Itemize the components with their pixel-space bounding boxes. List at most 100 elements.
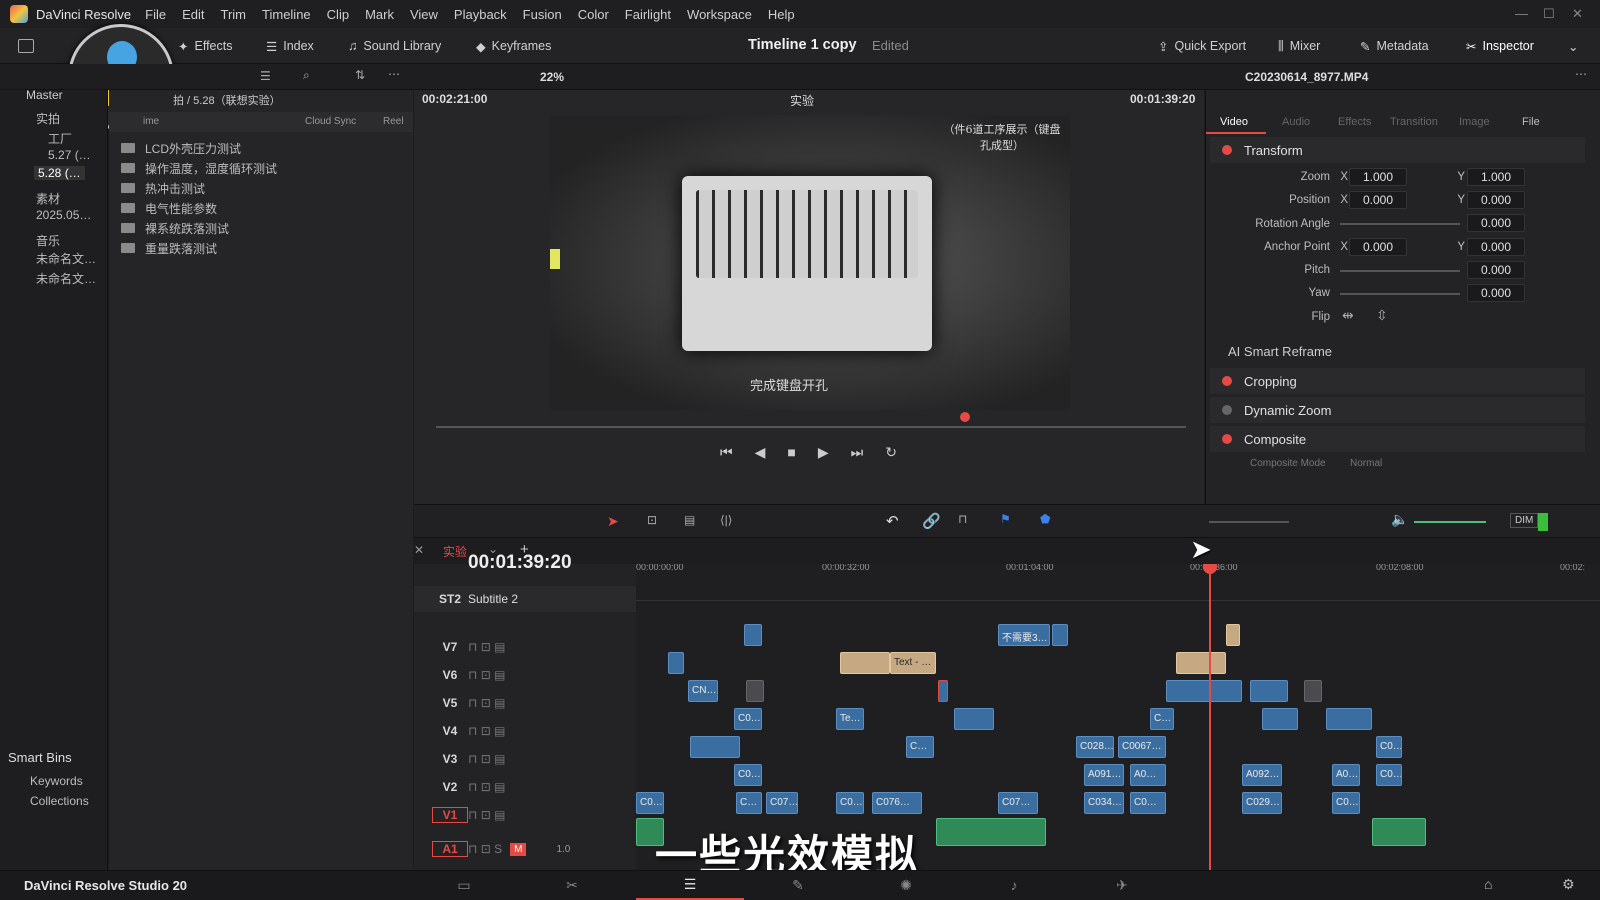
composite-section[interactable]: Composite	[1210, 426, 1585, 452]
menu-fusion[interactable]: Fusion	[515, 7, 570, 22]
tab-file[interactable]: File	[1522, 116, 1540, 128]
timeline-zoom-slider[interactable]	[1209, 521, 1289, 523]
blade-tool-icon[interactable]: ▤	[684, 513, 695, 527]
search-icon[interactable]: ⌕	[303, 68, 310, 83]
timeline-clip[interactable]: C029…	[1242, 792, 1282, 814]
reverse-play-icon[interactable]: ◀	[755, 444, 766, 461]
track-v5[interactable]: V5 ⊓ ⊡ ▤	[414, 690, 636, 716]
timeline-clip[interactable]: C…	[906, 736, 934, 758]
timeline-clip-selected[interactable]	[938, 680, 948, 702]
timeline-clip[interactable]: C076…	[872, 792, 922, 814]
home-icon[interactable]: ⌂	[1484, 876, 1492, 892]
enable-dot-icon[interactable]	[1222, 434, 1232, 444]
menu-trim[interactable]: Trim	[213, 7, 255, 22]
minimize-icon[interactable]: —	[1515, 6, 1528, 21]
col-name[interactable]: ime	[143, 116, 159, 127]
settings-gear-icon[interactable]: ⚙	[1562, 876, 1575, 893]
effects-button[interactable]: ✦ Effects	[178, 28, 232, 64]
menu-clip[interactable]: Clip	[319, 7, 357, 22]
timeline-clip[interactable]: C0…	[1376, 736, 1402, 758]
timeline-clip[interactable]: C0…	[734, 708, 762, 730]
edit-page-icon[interactable]: ☰	[636, 870, 744, 900]
play-icon[interactable]: ▶	[818, 444, 829, 461]
tab-audio[interactable]: Audio	[1282, 116, 1310, 128]
pitch-slider[interactable]	[1340, 270, 1460, 272]
mute-button[interactable]: M	[510, 842, 527, 856]
menu-file[interactable]: File	[137, 7, 174, 22]
slip-tool-icon[interactable]: ⟨|⟩	[720, 513, 732, 527]
col-reel[interactable]: Reel	[383, 116, 404, 127]
timeline-clip[interactable]: C0…	[1332, 792, 1360, 814]
rotation-slider[interactable]	[1340, 223, 1460, 225]
timeline-timecode[interactable]: 00:01:39:20	[468, 552, 572, 574]
bin-item[interactable]: 工厂	[48, 130, 72, 147]
inspector-button[interactable]: ✂ Inspector	[1466, 28, 1534, 64]
folder-row[interactable]: 裸系统跌落测试	[121, 218, 229, 238]
track-controls-icon[interactable]: ⊓ ⊡ ▤	[468, 668, 505, 682]
stop-icon[interactable]: ■	[787, 444, 795, 461]
marker-icon[interactable]: ⬟	[1040, 512, 1050, 526]
menu-workspace[interactable]: Workspace	[679, 7, 760, 22]
metadata-button[interactable]: ✎ Metadata	[1360, 28, 1429, 64]
timeline-clip[interactable]: C034…	[1084, 792, 1124, 814]
loop-icon[interactable]: ↻	[885, 444, 897, 461]
enable-dot-icon[interactable]	[1222, 145, 1232, 155]
track-v6[interactable]: V6 ⊓ ⊡ ▤	[414, 662, 636, 688]
pitch-field[interactable]: 0.000	[1467, 261, 1525, 279]
track-controls-icon[interactable]: ⊓ ⊡ ▤	[468, 696, 505, 710]
yaw-field[interactable]: 0.000	[1467, 284, 1525, 302]
folder-row[interactable]: 重量跌落测试	[121, 238, 217, 258]
viewer-bin-select[interactable]: 实验	[790, 92, 814, 109]
anchor-y-field[interactable]: 0.000	[1467, 238, 1525, 256]
yaw-slider[interactable]	[1340, 293, 1460, 295]
snapping-icon[interactable]: ↶	[886, 512, 899, 530]
timeline-clip[interactable]	[954, 708, 994, 730]
tab-effects[interactable]: Effects	[1338, 116, 1371, 128]
menu-color[interactable]: Color	[570, 7, 617, 22]
menu-fairlight[interactable]: Fairlight	[617, 7, 679, 22]
volume-icon[interactable]: 🔈	[1391, 511, 1408, 528]
timeline-clip[interactable]	[1262, 708, 1298, 730]
selection-tool-icon[interactable]: ➤	[607, 513, 619, 530]
tab-video[interactable]: Video	[1220, 116, 1248, 128]
sound-library-button[interactable]: ♫ Sound Library	[348, 28, 441, 64]
timeline-clip[interactable]: C07…	[998, 792, 1038, 814]
col-cloud-sync[interactable]: Cloud Sync	[305, 116, 356, 127]
rotation-field[interactable]: 0.000	[1467, 214, 1525, 232]
timeline-clip[interactable]: A091…	[1084, 764, 1124, 786]
timeline-tab[interactable]: 实验	[443, 543, 467, 560]
audio-clip[interactable]	[936, 818, 1046, 846]
mixer-button[interactable]: ⫼ Mixer	[1278, 28, 1320, 64]
menu-timeline[interactable]: Timeline	[254, 7, 319, 22]
close-icon[interactable]: ✕	[1572, 6, 1583, 22]
viewer-zoom[interactable]: 22%	[540, 70, 564, 84]
timeline-clip[interactable]: C0…	[636, 792, 664, 814]
bin-item[interactable]: 2025.05…	[36, 208, 91, 222]
media-page-icon[interactable]: ▭	[410, 870, 518, 900]
media-pool-toggle-icon[interactable]	[18, 28, 34, 64]
timeline-clip[interactable]	[668, 652, 684, 674]
folder-row[interactable]: LCD外壳压力测试	[121, 138, 241, 158]
deliver-page-icon[interactable]: ✈	[1068, 870, 1176, 900]
track-controls-icon[interactable]: ⊓ ⊡ ▤	[468, 640, 505, 654]
track-controls-icon[interactable]: ⊓ ⊡ ▤	[468, 752, 505, 766]
timeline-playhead[interactable]	[1209, 564, 1211, 870]
position-x-field[interactable]: 0.000	[1349, 191, 1407, 209]
track-controls-icon[interactable]: ⊓ ⊡ ▤	[468, 780, 505, 794]
track-v1[interactable]: V1 ⊓ ⊡ ▤	[414, 802, 636, 828]
track-st2[interactable]: ST2 Subtitle 2	[414, 586, 636, 612]
timeline-clip[interactable]	[690, 736, 740, 758]
track-v4[interactable]: V4 ⊓ ⊡ ▤	[414, 718, 636, 744]
timeline-clip[interactable]: C0…	[836, 792, 864, 814]
more-options-icon[interactable]: ⋯	[388, 67, 400, 81]
volume-slider[interactable]	[1414, 521, 1486, 523]
fusion-page-icon[interactable]: ✎	[744, 870, 852, 900]
sort-icon[interactable]: ⇅	[355, 68, 365, 82]
menu-edit[interactable]: Edit	[174, 7, 212, 22]
bin-item-selected[interactable]: 5.28 (…	[34, 166, 85, 180]
timeline-clip[interactable]: A0…	[1332, 764, 1360, 786]
timeline-clip[interactable]: Text - …	[890, 652, 936, 674]
track-a1[interactable]: A1 ⊓ ⊡ S M 1.0	[414, 836, 636, 862]
inspector-more-icon[interactable]: ⋯	[1575, 67, 1587, 81]
bin-item[interactable]: 5.27 (…	[48, 148, 91, 162]
